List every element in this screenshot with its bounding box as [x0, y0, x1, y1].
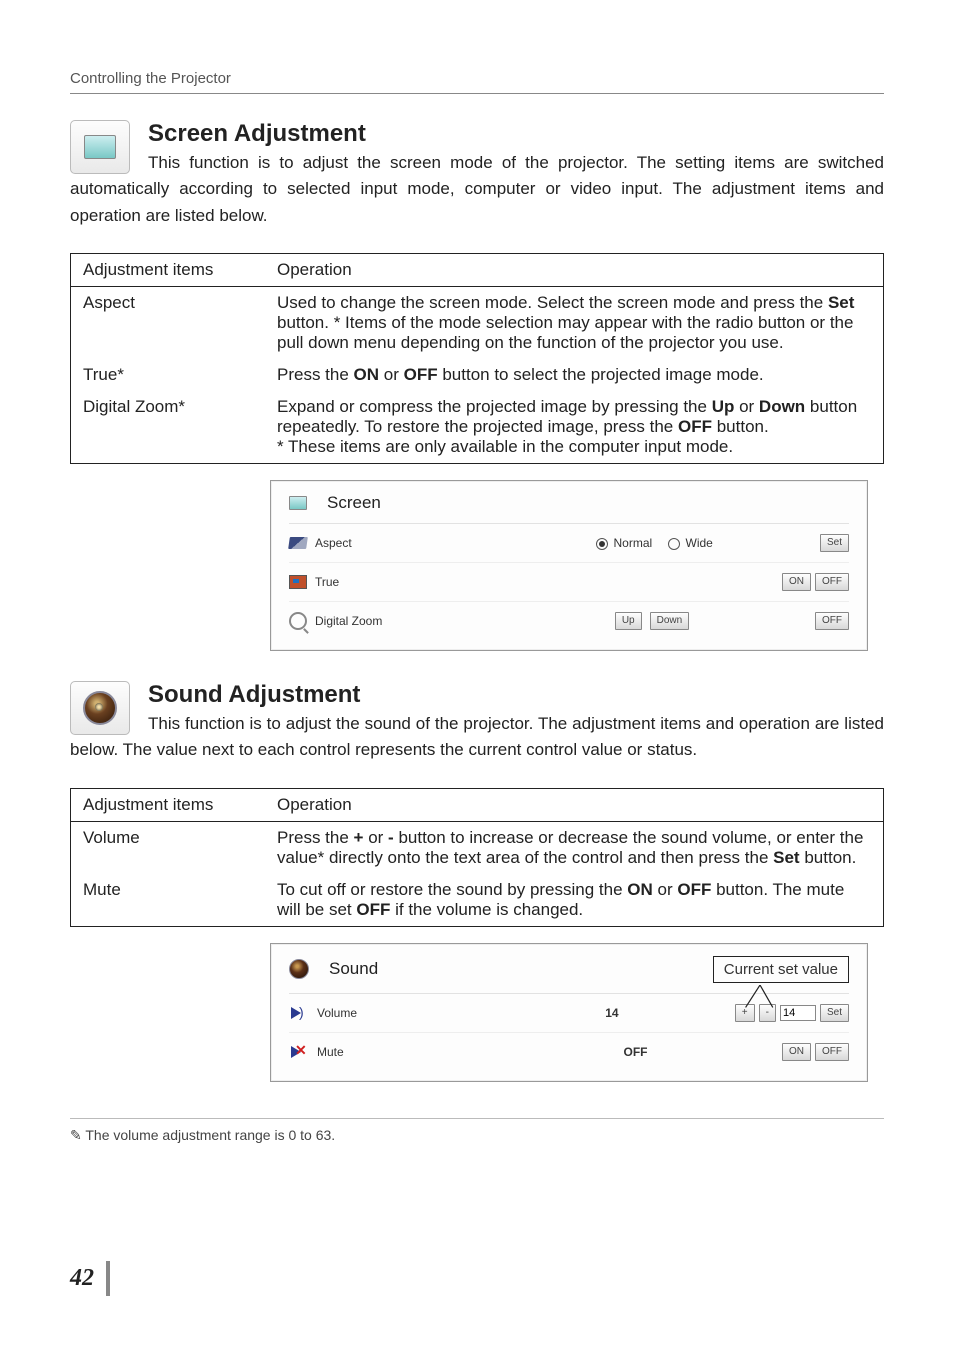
sound-panel: Sound Current set value Volume 14 + - Se…	[270, 943, 868, 1082]
screen-row-dz-op: Expand or compress the projected image b…	[265, 391, 884, 464]
sound-row-volume-op: Press the + or - button to increase or d…	[265, 821, 884, 874]
sound-th-items: Adjustment items	[71, 788, 266, 821]
screen-intro: This function is to adjust the screen mo…	[70, 150, 884, 229]
volume-set-button[interactable]: Set	[820, 1004, 849, 1022]
sound-title: Sound Adjustment	[70, 681, 884, 709]
aspect-set-button[interactable]: Set	[820, 534, 849, 552]
true-on-button[interactable]: ON	[782, 573, 811, 591]
volume-input[interactable]	[780, 1005, 816, 1021]
screen-th-items: Adjustment items	[71, 254, 266, 287]
sound-panel-title: Sound	[329, 959, 378, 979]
sound-row-mute-op: To cut off or restore the sound by press…	[265, 874, 884, 927]
sound-th-op: Operation	[265, 788, 884, 821]
true-icon	[289, 575, 307, 589]
screen-icon	[84, 135, 116, 159]
digital-zoom-label: Digital Zoom	[315, 614, 382, 628]
screen-th-op: Operation	[265, 254, 884, 287]
sound-row-mute-item: Mute	[71, 874, 266, 927]
screen-panel-icon	[289, 496, 307, 510]
mute-icon	[291, 1046, 301, 1058]
mute-on-button[interactable]: ON	[782, 1043, 811, 1061]
screen-row-true-item: True*	[71, 359, 266, 391]
screen-table: Adjustment items Operation Aspect Used t…	[70, 253, 884, 464]
screen-title: Screen Adjustment	[70, 120, 884, 148]
sound-table: Adjustment items Operation Volume Press …	[70, 788, 884, 927]
volume-label: Volume	[317, 1006, 357, 1020]
volume-icon	[291, 1007, 301, 1019]
current-set-value-callout: Current set value	[713, 956, 849, 983]
sound-section-icon	[70, 681, 130, 735]
true-off-button[interactable]: OFF	[815, 573, 849, 591]
screen-panel: Screen Aspect Normal Wide Set True ON	[270, 480, 868, 651]
sound-row-volume-item: Volume	[71, 821, 266, 874]
aspect-icon	[288, 537, 308, 549]
sound-intro: This function is to adjust the sound of …	[70, 711, 884, 764]
aspect-radio-wide[interactable]: Wide	[668, 536, 713, 550]
mute-current-value: OFF	[624, 1045, 648, 1059]
callout-pointer	[740, 985, 780, 1009]
dz-off-button[interactable]: OFF	[815, 612, 849, 630]
page-header: Controlling the Projector	[70, 70, 884, 94]
dz-down-button[interactable]: Down	[650, 612, 690, 630]
digital-zoom-icon	[289, 612, 307, 630]
screen-row-aspect-item: Aspect	[71, 287, 266, 360]
screen-section-icon	[70, 120, 130, 174]
mute-label: Mute	[317, 1045, 344, 1059]
mute-off-button[interactable]: OFF	[815, 1043, 849, 1061]
speaker-icon	[83, 691, 117, 725]
pencil-icon: ✎	[70, 1127, 82, 1143]
aspect-radio-normal[interactable]: Normal	[596, 536, 652, 550]
screen-row-aspect-op: Used to change the screen mode. Select t…	[265, 287, 884, 360]
volume-current-value: 14	[605, 1006, 618, 1020]
aspect-label: Aspect	[315, 536, 352, 550]
page-number: 42	[70, 1265, 94, 1292]
true-label: True	[315, 575, 339, 589]
dz-up-button[interactable]: Up	[615, 612, 642, 630]
screen-panel-title: Screen	[327, 493, 381, 513]
screen-row-dz-item: Digital Zoom*	[71, 391, 266, 464]
sound-panel-icon	[289, 959, 309, 979]
screen-row-true-op: Press the ON or OFF button to select the…	[265, 359, 884, 391]
footnote: ✎ The volume adjustment range is 0 to 63…	[70, 1127, 884, 1144]
